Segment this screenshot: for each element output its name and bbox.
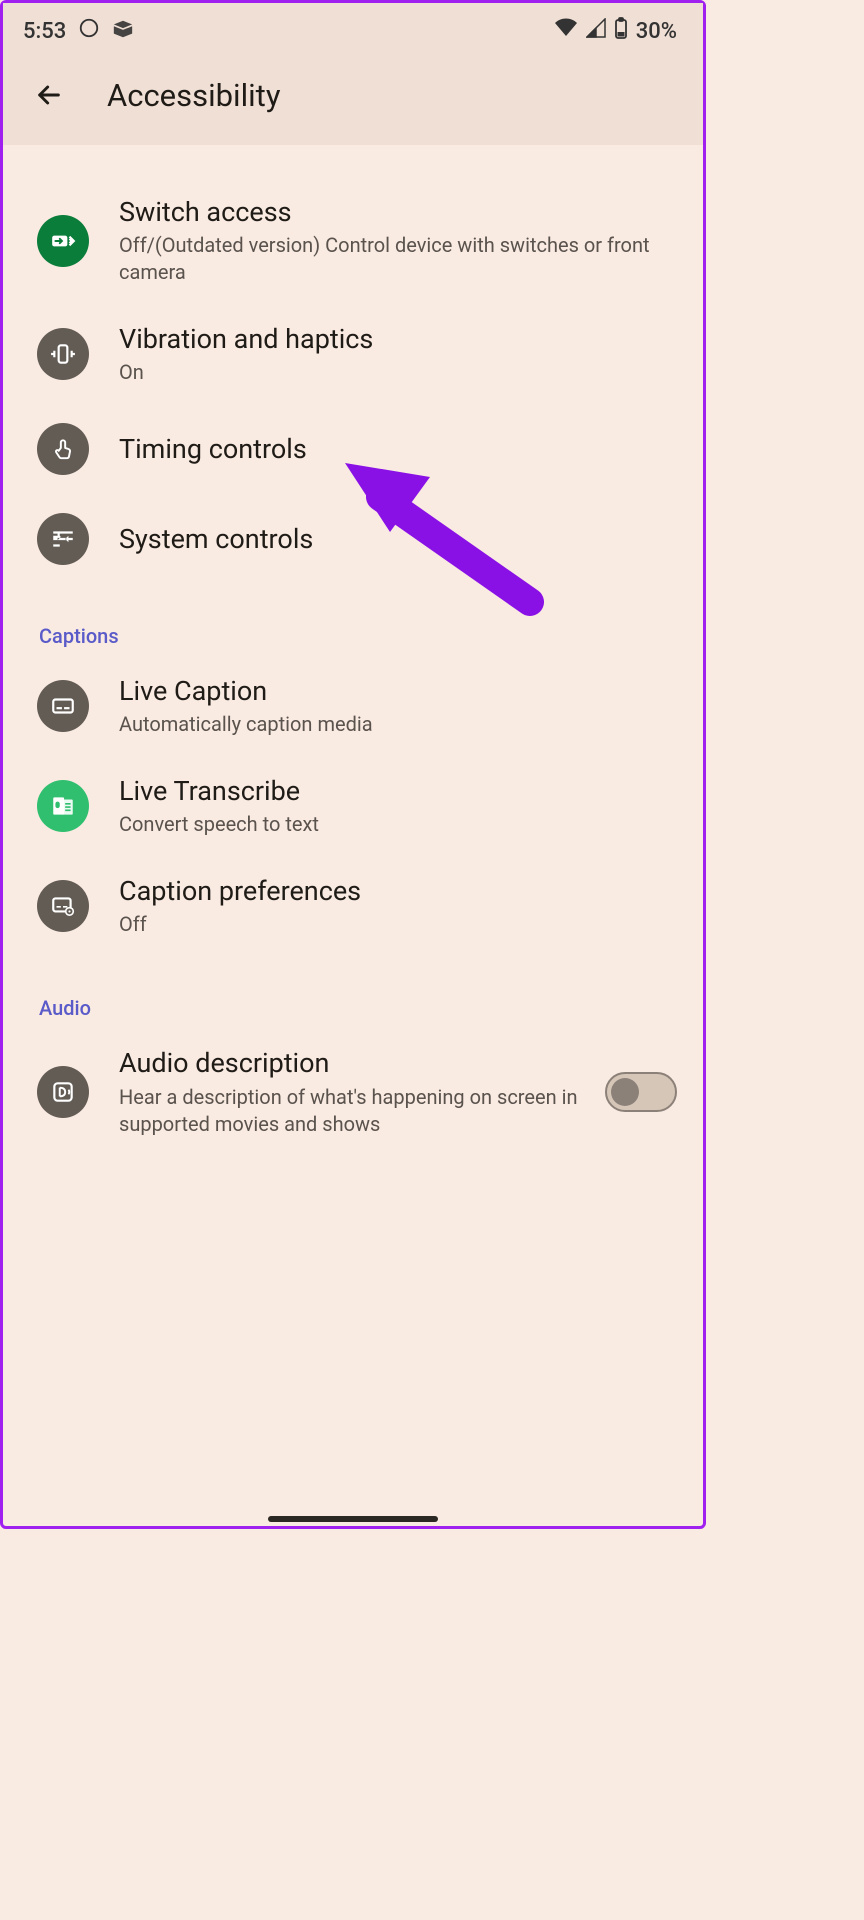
item-title: Live Caption [119, 674, 677, 709]
whatsapp-icon [78, 17, 100, 45]
nav-gesture-pill[interactable] [268, 1516, 438, 1522]
item-title: Timing controls [119, 432, 677, 467]
section-captions: Captions [3, 584, 703, 656]
vibration-icon [37, 328, 89, 380]
item-title: Live Transcribe [119, 774, 677, 809]
tune-icon [37, 513, 89, 565]
item-title: Switch access [119, 195, 677, 230]
item-system-controls[interactable]: System controls [3, 494, 703, 584]
section-audio: Audio [3, 956, 703, 1028]
item-audio-description[interactable]: Audio description Hear a description of … [3, 1028, 703, 1155]
switch-access-icon [37, 215, 89, 267]
audio-description-toggle[interactable] [605, 1072, 677, 1112]
battery-icon [614, 17, 628, 45]
item-live-caption[interactable]: Live Caption Automatically caption media [3, 656, 703, 756]
package-icon [112, 19, 134, 44]
status-left: 5:53 [23, 17, 134, 45]
battery-percent: 30% [636, 19, 677, 44]
status-bar: 5:53 30% [3, 3, 703, 57]
item-title: System controls [119, 522, 677, 557]
caption-settings-icon [37, 880, 89, 932]
page-title: Accessibility [107, 77, 280, 114]
status-right: 30% [554, 17, 677, 45]
arrow-left-icon [33, 79, 65, 111]
item-sub: Off [119, 911, 677, 938]
item-sub: Off/(Outdated version) Control device wi… [119, 232, 677, 286]
touch-icon [37, 423, 89, 475]
back-button[interactable] [29, 75, 69, 115]
transcribe-icon [37, 780, 89, 832]
signal-icon [586, 18, 606, 44]
status-time: 5:53 [23, 19, 66, 44]
item-caption-preferences[interactable]: Caption preferences Off [3, 856, 703, 956]
settings-list: Switch access Off/(Outdated version) Con… [3, 145, 703, 1156]
audio-description-icon [37, 1066, 89, 1118]
item-vibration-haptics[interactable]: Vibration and haptics On [3, 304, 703, 404]
wifi-icon [554, 18, 578, 44]
toggle-thumb [611, 1078, 639, 1106]
item-title: Audio description [119, 1046, 583, 1081]
item-sub: Convert speech to text [119, 811, 677, 838]
item-title: Caption preferences [119, 874, 677, 909]
item-sub: On [119, 359, 677, 386]
caption-icon [37, 680, 89, 732]
item-timing-controls[interactable]: Timing controls [3, 404, 703, 494]
item-title: Vibration and haptics [119, 322, 677, 357]
item-sub: Hear a description of what's happening o… [119, 1084, 583, 1138]
item-switch-access[interactable]: Switch access Off/(Outdated version) Con… [3, 177, 703, 304]
item-live-transcribe[interactable]: Live Transcribe Convert speech to text [3, 756, 703, 856]
app-header: Accessibility [3, 57, 703, 145]
item-sub: Automatically caption media [119, 711, 677, 738]
